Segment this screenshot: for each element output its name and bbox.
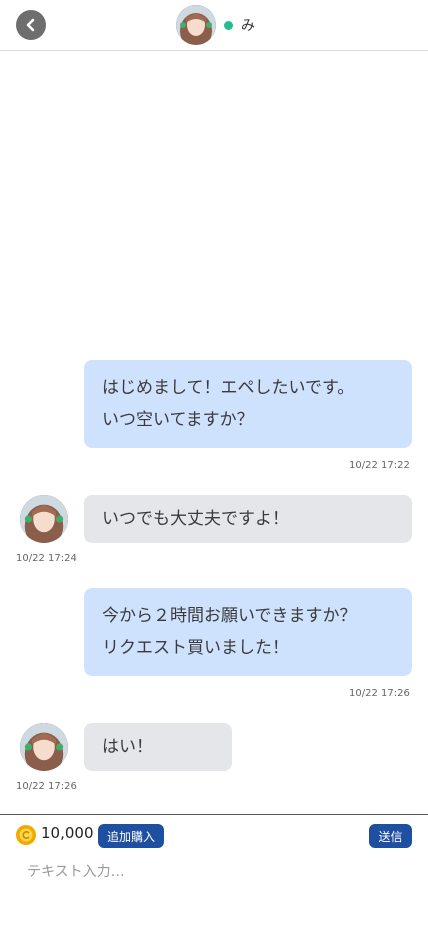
coin-icon [16,825,36,845]
add-purchase-button[interactable]: 追加購入 [98,824,164,848]
chat-partner-name: み [241,18,255,34]
chevron-left-icon [26,18,35,32]
chat-partner-info[interactable]: み [176,5,255,45]
message-timestamp: 10/22 17:26 [349,688,410,699]
incoming-message-bubble: いつでも大丈夫ですよ！ [84,495,412,543]
chat-header: み [0,0,428,51]
avatar[interactable] [20,495,68,543]
message-text: リクエスト買いました！ [102,638,289,658]
message-text: いつでも大丈夫ですよ！ [102,509,289,529]
send-button[interactable]: 送信 [369,824,412,848]
message-text: 今から２時間お願いできますか？ [102,606,357,626]
online-status-indicator [224,20,233,30]
coin-balance: 10,000 [41,824,94,842]
message-timestamp: 10/22 17:22 [349,460,410,471]
message-timestamp: 10/22 17:26 [16,781,77,792]
chat-screen: み はじめまして！エペしたいです。 いつ空いてますか？ 10/22 17:22 … [0,0,428,926]
message-text: はい！ [102,737,153,757]
message-text: いつ空いてますか？ [102,410,254,430]
outgoing-message-bubble: 今から２時間お願いできますか？ リクエスト買いました！ [84,588,412,676]
chat-input-bar: 10,000 追加購入 送信 [0,814,428,926]
message-text: はじめまして！エペしたいです。 [102,378,355,398]
avatar[interactable] [20,723,68,771]
message-timestamp: 10/22 17:24 [16,553,77,564]
avatar[interactable] [176,5,216,45]
outgoing-message-bubble: はじめまして！エペしたいです。 いつ空いてますか？ [84,360,412,448]
back-button[interactable] [16,10,46,40]
message-input[interactable] [16,859,412,885]
incoming-message-bubble: はい！ [84,723,232,771]
